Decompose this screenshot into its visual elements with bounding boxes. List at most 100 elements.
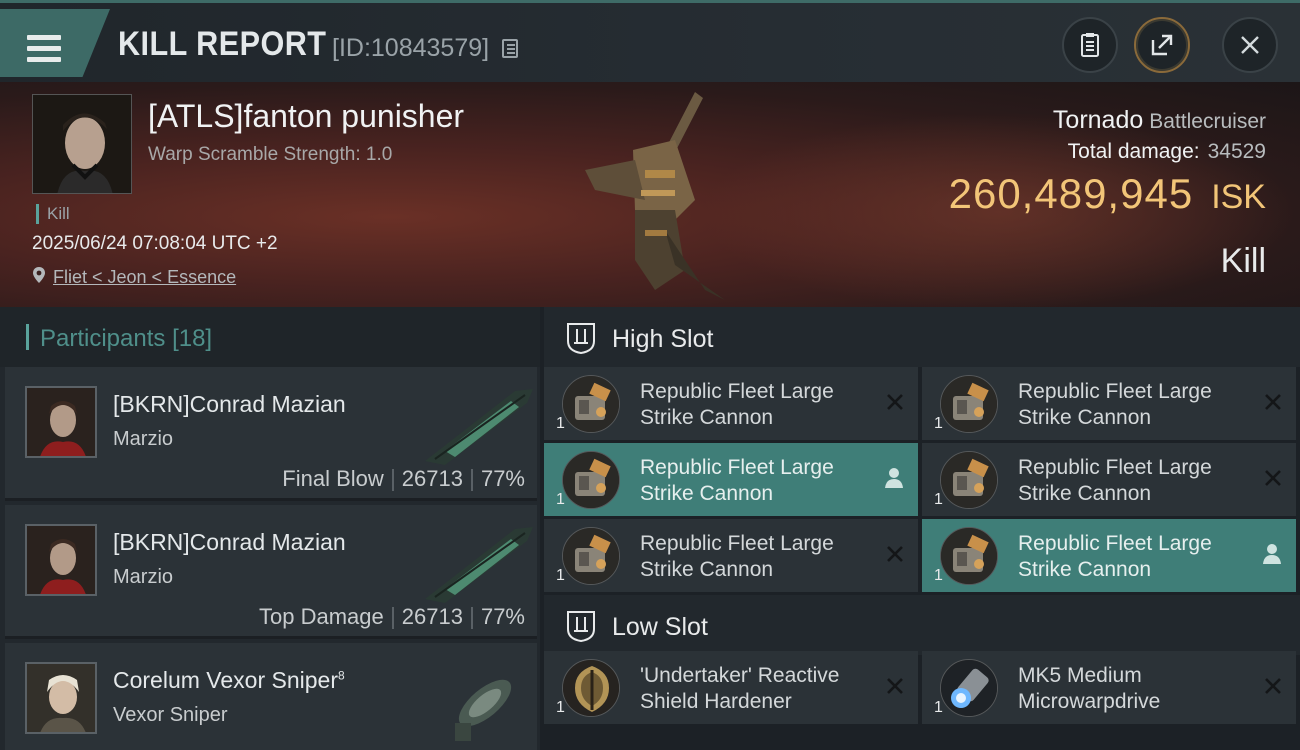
participant-ship-image (425, 527, 533, 603)
module-name: MK5 Medium Microwarpdrive (1018, 664, 1161, 713)
cannon-icon (940, 527, 998, 585)
module-item[interactable]: 1 'Undertaker' Reactive Shield Hardener (544, 651, 918, 724)
module-item[interactable]: 1 Republic Fleet Large Strike Cannon (544, 443, 918, 516)
participant-ship: Vexor Sniper (113, 704, 228, 726)
participant-role: Top Damage (259, 604, 384, 629)
clipboard-button[interactable] (1062, 17, 1118, 73)
report-id: [ID:10843579] (332, 34, 490, 62)
shield-hardener-icon (562, 659, 620, 717)
participant-damage: 26713 (401, 466, 463, 491)
fittings-panel: High Slot 1 Republic Fleet Large Strike C… (540, 307, 1300, 750)
share-icon (1151, 34, 1173, 56)
module-quantity: 1 (556, 567, 565, 584)
participant-ship-image (425, 389, 533, 465)
microwarpdrive-icon (940, 659, 998, 717)
participant-avatar[interactable] (25, 662, 97, 734)
participant-role: Final Blow (282, 466, 384, 491)
participant-percent: 77% (480, 604, 525, 629)
participants-label: Participants (40, 325, 166, 352)
participant-stats: Final Blow 26713 77% (282, 466, 525, 492)
low-slot-icon (567, 611, 595, 643)
destroyed-x-icon (1265, 394, 1281, 410)
participant-stats: Top Damage 26713 77% (259, 604, 525, 630)
cannon-icon (940, 451, 998, 509)
ship-type-name: Tornado (1052, 106, 1144, 134)
victim-avatar[interactable] (32, 94, 132, 194)
high-slot-icon (567, 323, 595, 355)
module-item[interactable]: 1 MK5 Medium Microwarpdrive (922, 651, 1296, 724)
copy-icon[interactable] (502, 39, 518, 58)
module-quantity: 1 (556, 415, 565, 432)
module-item[interactable]: 1 Republic Fleet Large Strike Cannon (922, 519, 1296, 592)
module-item[interactable]: 1 Republic Fleet Large Strike Cannon (544, 519, 918, 592)
close-icon (1241, 36, 1259, 54)
participant-name: [BKRN]Conrad Mazian (113, 529, 346, 555)
isk-value: 260,489,945 ISK (949, 170, 1266, 218)
module-quantity: 1 (934, 567, 943, 584)
participant-avatar[interactable] (25, 386, 97, 458)
participants-header: Participants [18] (0, 307, 540, 367)
destroyed-x-icon (887, 678, 903, 694)
module-name: 'Undertaker' Reactive Shield Hardener (640, 664, 840, 713)
menu-button[interactable] (0, 9, 110, 77)
module-item[interactable]: 1 Republic Fleet Large Strike Cannon (922, 443, 1296, 516)
participant-ship: Marzio (113, 428, 174, 450)
total-damage: Total damage: 34529 (1068, 140, 1266, 164)
module-name: Republic Fleet Large Strike Cannon (640, 456, 834, 505)
isk-unit: ISK (1211, 178, 1266, 216)
module-name: Republic Fleet Large Strike Cannon (640, 380, 834, 429)
participant-name-text: Corelum Vexor Sniper (113, 667, 338, 693)
ship-class: Battlecruiser (1149, 110, 1266, 133)
total-damage-value: 34529 (1207, 140, 1266, 163)
share-button[interactable] (1134, 17, 1190, 73)
cannon-icon (562, 375, 620, 433)
kill-location-link[interactable]: Fliet < Jeon < Essence (53, 267, 236, 288)
person-icon (885, 468, 903, 488)
module-item[interactable]: 1 Republic Fleet Large Strike Cannon (922, 367, 1296, 440)
participant-avatar[interactable] (25, 524, 97, 596)
clipboard-icon (1081, 33, 1099, 57)
kill-report-screen: { "header": { "title": "KILL REPORT", "r… (0, 0, 1300, 750)
victim-ship-image (585, 92, 725, 300)
participant-name: [BKRN]Conrad Mazian (113, 391, 346, 417)
participant-row[interactable]: Corelum Vexor Sniper8 Vexor Sniper (5, 643, 537, 750)
kill-type-tag: Kill (36, 204, 70, 224)
close-button[interactable] (1222, 17, 1278, 73)
module-quantity: 1 (934, 699, 943, 716)
participants-count: [18] (172, 325, 213, 352)
module-name: Republic Fleet Large Strike Cannon (640, 532, 834, 581)
participants-title[interactable]: Participants [18] (40, 325, 212, 353)
module-name: Republic Fleet Large Strike Cannon (1018, 380, 1212, 429)
participant-row[interactable]: [BKRN]Conrad Mazian Marzio Top Damage 267… (5, 505, 537, 639)
kill-result-label: Kill (1220, 242, 1266, 280)
module-quantity: 1 (934, 491, 943, 508)
participant-ship: Marzio (113, 566, 174, 588)
isk-amount: 260,489,945 (948, 170, 1194, 217)
high-slot-label: High Slot (612, 325, 714, 353)
location-pin-icon (33, 267, 45, 283)
header-bar: KILL REPORT [ID:10843579] (0, 0, 1300, 82)
participants-panel: Participants [18] [BKRN]Conrad Mazian Ma… (0, 307, 540, 750)
high-slot-header: High Slot (544, 307, 1300, 367)
victim-ship[interactable]: Tornado Battlecruiser (1053, 106, 1266, 135)
cannon-icon (562, 527, 620, 585)
low-slot-label: Low Slot (612, 613, 708, 641)
hamburger-menu-icon (27, 35, 61, 62)
module-name: Republic Fleet Large Strike Cannon (1018, 532, 1212, 581)
participant-row[interactable]: [BKRN]Conrad Mazian Marzio Final Blow 267… (5, 367, 537, 501)
participant-percent: 77% (480, 466, 525, 491)
person-icon (1263, 544, 1281, 564)
page-title: KILL REPORT (118, 25, 327, 63)
destroyed-x-icon (887, 394, 903, 410)
destroyed-x-icon (1265, 678, 1281, 694)
module-item[interactable]: 1 Republic Fleet Large Strike Cannon (544, 367, 918, 440)
module-quantity: 1 (556, 491, 565, 508)
cannon-icon (940, 375, 998, 433)
participant-name-sup: 8 (338, 668, 345, 683)
victim-banner: [ATLS]fanton punisher Warp Scramble Stre… (0, 82, 1300, 307)
total-damage-label: Total damage: (1067, 140, 1200, 163)
warp-scramble-strength: Warp Scramble Strength: 1.0 (148, 144, 393, 165)
victim-name[interactable]: [ATLS]fanton punisher (148, 98, 464, 135)
module-name: Republic Fleet Large Strike Cannon (1018, 456, 1212, 505)
low-slot-header: Low Slot (544, 595, 1300, 655)
